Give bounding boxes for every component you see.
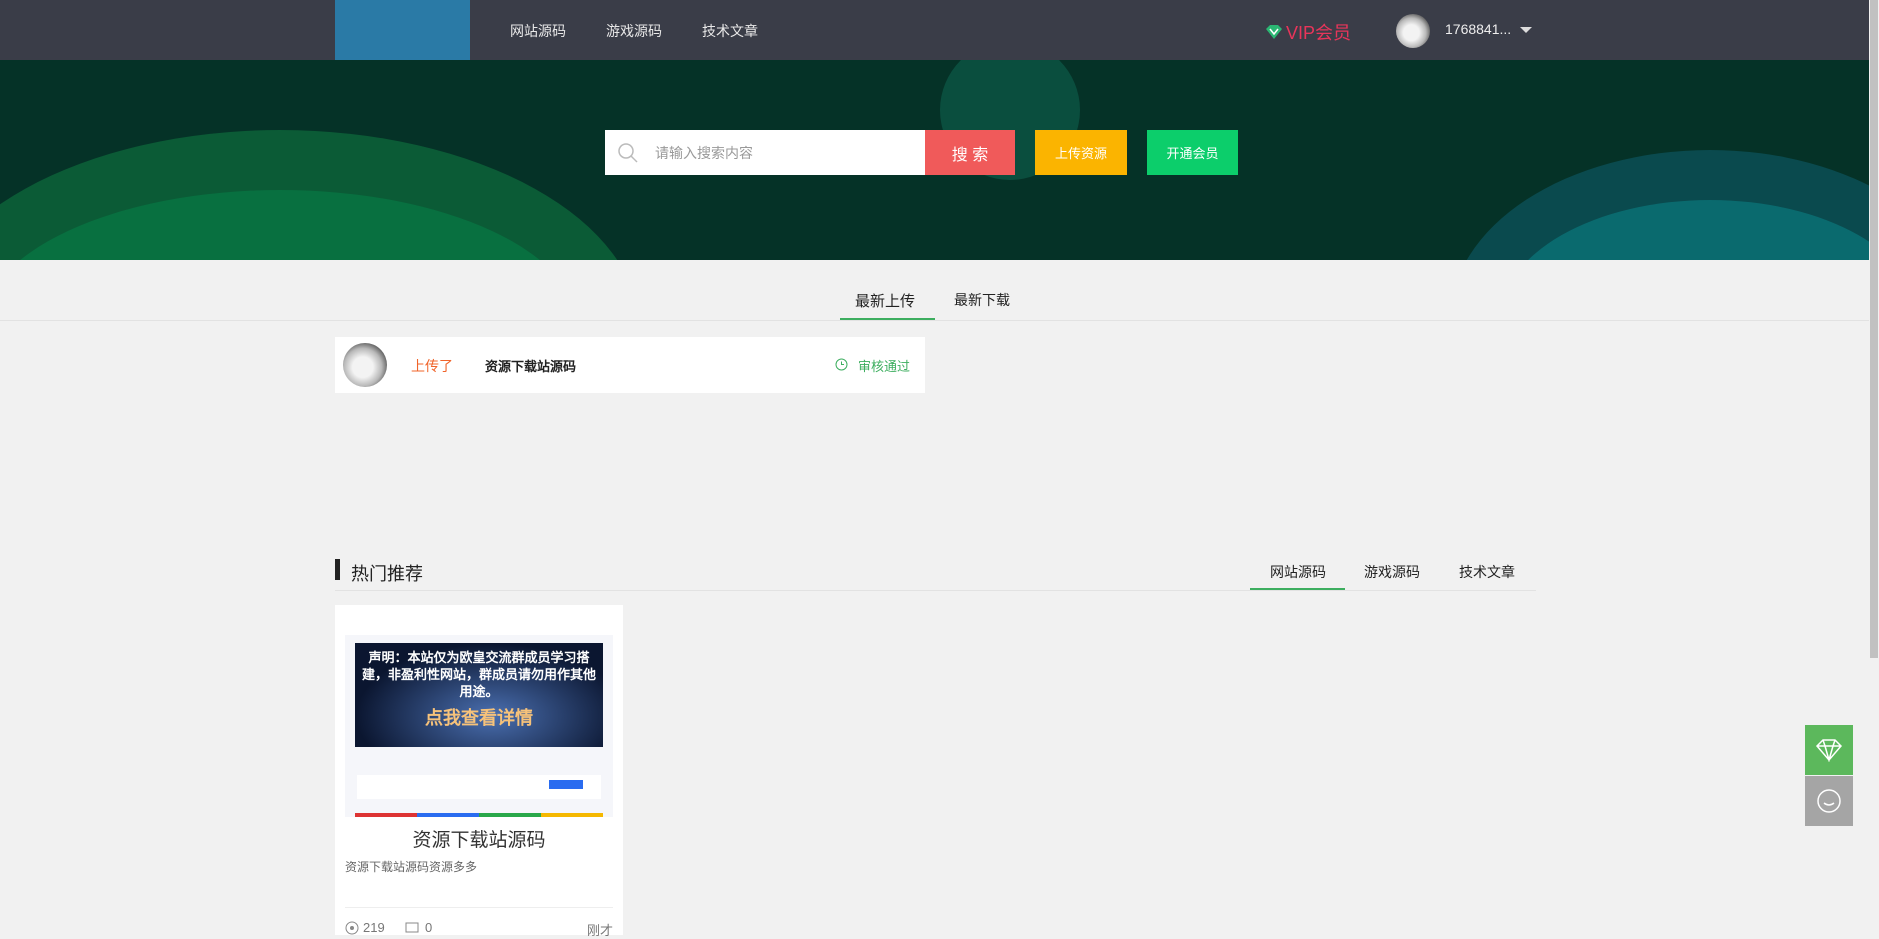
hero-banner: 请输入搜索内容 搜 索 上传资源 开通会员 xyxy=(0,60,1869,260)
clock-icon xyxy=(835,358,848,371)
card-thumbnail[interactable]: 声明：本站仅为欧皇交流群成员学习搭建，非盈利性网站，群成员请勿用作其他用途。 点… xyxy=(345,615,613,817)
nav-tech-articles[interactable]: 技术文章 xyxy=(702,21,758,41)
search-placeholder: 请输入搜索内容 xyxy=(655,144,753,161)
divider xyxy=(335,590,1536,591)
hot-tab-website-source[interactable]: 网站源码 xyxy=(1270,562,1326,582)
tab-latest-download[interactable]: 最新下载 xyxy=(954,290,1010,310)
list-item[interactable]: 上传了 资源下载站源码 审核通过 xyxy=(335,337,925,393)
search-button[interactable]: 搜 索 xyxy=(925,130,1015,175)
upload-resource-button[interactable]: 上传资源 xyxy=(1035,130,1127,175)
open-membership-button[interactable]: 开通会员 xyxy=(1147,130,1238,175)
tab-latest-upload[interactable]: 最新上传 xyxy=(855,290,915,311)
uploader-avatar xyxy=(343,343,387,387)
divider xyxy=(345,907,613,908)
divider xyxy=(0,320,1869,321)
search-input[interactable]: 请输入搜索内容 xyxy=(605,130,925,175)
section-marker xyxy=(335,559,340,580)
chat-float-button[interactable] xyxy=(1805,776,1853,826)
action-label: 上传了 xyxy=(411,358,453,374)
status-badge: 审核通过 xyxy=(858,359,911,374)
section-title: 热门推荐 xyxy=(351,564,423,584)
thumbnail-cta: 点我查看详情 xyxy=(425,708,533,728)
item-title[interactable]: 资源下载站源码 xyxy=(485,356,576,375)
vip-float-button[interactable] xyxy=(1805,725,1853,775)
chevron-down-icon[interactable] xyxy=(1520,27,1532,33)
hot-tab-tech-articles[interactable]: 技术文章 xyxy=(1459,562,1515,582)
vip-link[interactable]: VIP会员 xyxy=(1265,19,1351,45)
hot-tab-game-source[interactable]: 游戏源码 xyxy=(1364,562,1420,582)
card-time: 刚才 xyxy=(586,923,613,938)
nav-game-source[interactable]: 游戏源码 xyxy=(606,21,662,41)
diamond-icon xyxy=(1266,25,1282,39)
search-icon xyxy=(618,143,638,163)
site-logo[interactable] xyxy=(335,0,470,60)
scrollbar-thumb[interactable] xyxy=(1870,0,1878,658)
decor-arc xyxy=(0,130,640,260)
vip-label: VIP会员 xyxy=(1286,23,1352,43)
card-description: 资源下载站源码资源多多 xyxy=(345,860,478,874)
card-title[interactable]: 资源下载站源码 xyxy=(335,825,623,852)
user-avatar[interactable] xyxy=(1396,14,1430,48)
active-tab-underline xyxy=(1250,588,1345,590)
chat-icon xyxy=(1817,789,1841,813)
top-nav: 网站源码 游戏源码 技术文章 VIP会员 1768841... xyxy=(0,0,1869,60)
username[interactable]: 1768841... xyxy=(1445,21,1511,37)
thumbnail-text: 声明：本站仅为欧皇交流群成员学习搭建，非盈利性网站，群成员请勿用作其他用途。 xyxy=(361,650,596,699)
decor-arc xyxy=(1450,150,1869,260)
resource-card[interactable]: 声明：本站仅为欧皇交流群成员学习搭建，非盈利性网站，群成员请勿用作其他用途。 点… xyxy=(335,605,623,938)
diamond-icon xyxy=(1815,739,1843,762)
nav-website-source[interactable]: 网站源码 xyxy=(510,21,566,41)
